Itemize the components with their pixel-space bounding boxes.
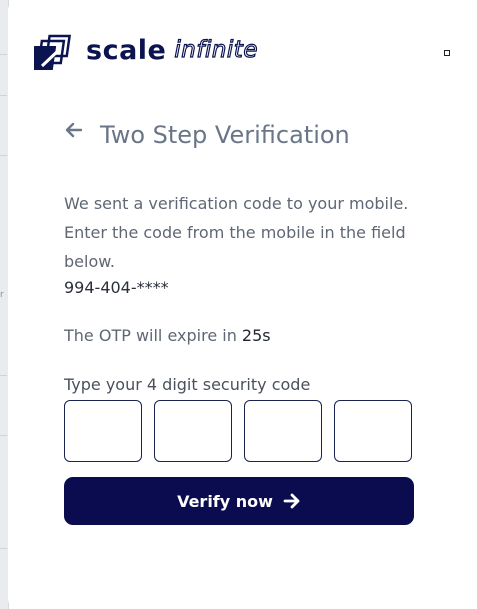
arrow-left-icon[interactable] xyxy=(62,119,84,141)
strip-divider xyxy=(0,95,7,96)
otp-expiry-text: The OTP will expire in 25s xyxy=(64,326,271,345)
masked-phone-number: 994-404-**** xyxy=(64,278,169,297)
strip-divider xyxy=(0,435,7,436)
otp-digit-2[interactable] xyxy=(154,400,232,462)
expiry-prefix: The OTP will expire in xyxy=(64,326,242,345)
strip-divider xyxy=(0,155,7,156)
verification-message: We sent a verification code to your mobi… xyxy=(64,194,409,271)
brand-name-bold: scale xyxy=(86,34,167,66)
brand-name-outline: infinite xyxy=(174,36,258,63)
security-code-label: Type your 4 digit security code xyxy=(64,375,311,394)
strip-text-fragment: r xyxy=(0,290,4,300)
otp-digit-1[interactable] xyxy=(64,400,142,462)
otp-digit-4[interactable] xyxy=(334,400,412,462)
expiry-countdown: 25s xyxy=(241,326,271,345)
arrow-right-icon xyxy=(283,493,300,509)
verify-now-button[interactable]: Verify now xyxy=(64,477,414,525)
verify-button-label: Verify now xyxy=(177,491,273,511)
strip-divider xyxy=(0,375,7,376)
strip-divider xyxy=(0,548,7,549)
page-title: Two Step Verification xyxy=(100,121,350,149)
brand-logo[interactable]: scale infinite xyxy=(34,33,258,73)
corner-square-icon xyxy=(444,50,450,56)
otp-digit-3[interactable] xyxy=(244,400,322,462)
scale-infinite-logo-icon xyxy=(34,34,72,70)
strip-divider xyxy=(0,54,7,55)
